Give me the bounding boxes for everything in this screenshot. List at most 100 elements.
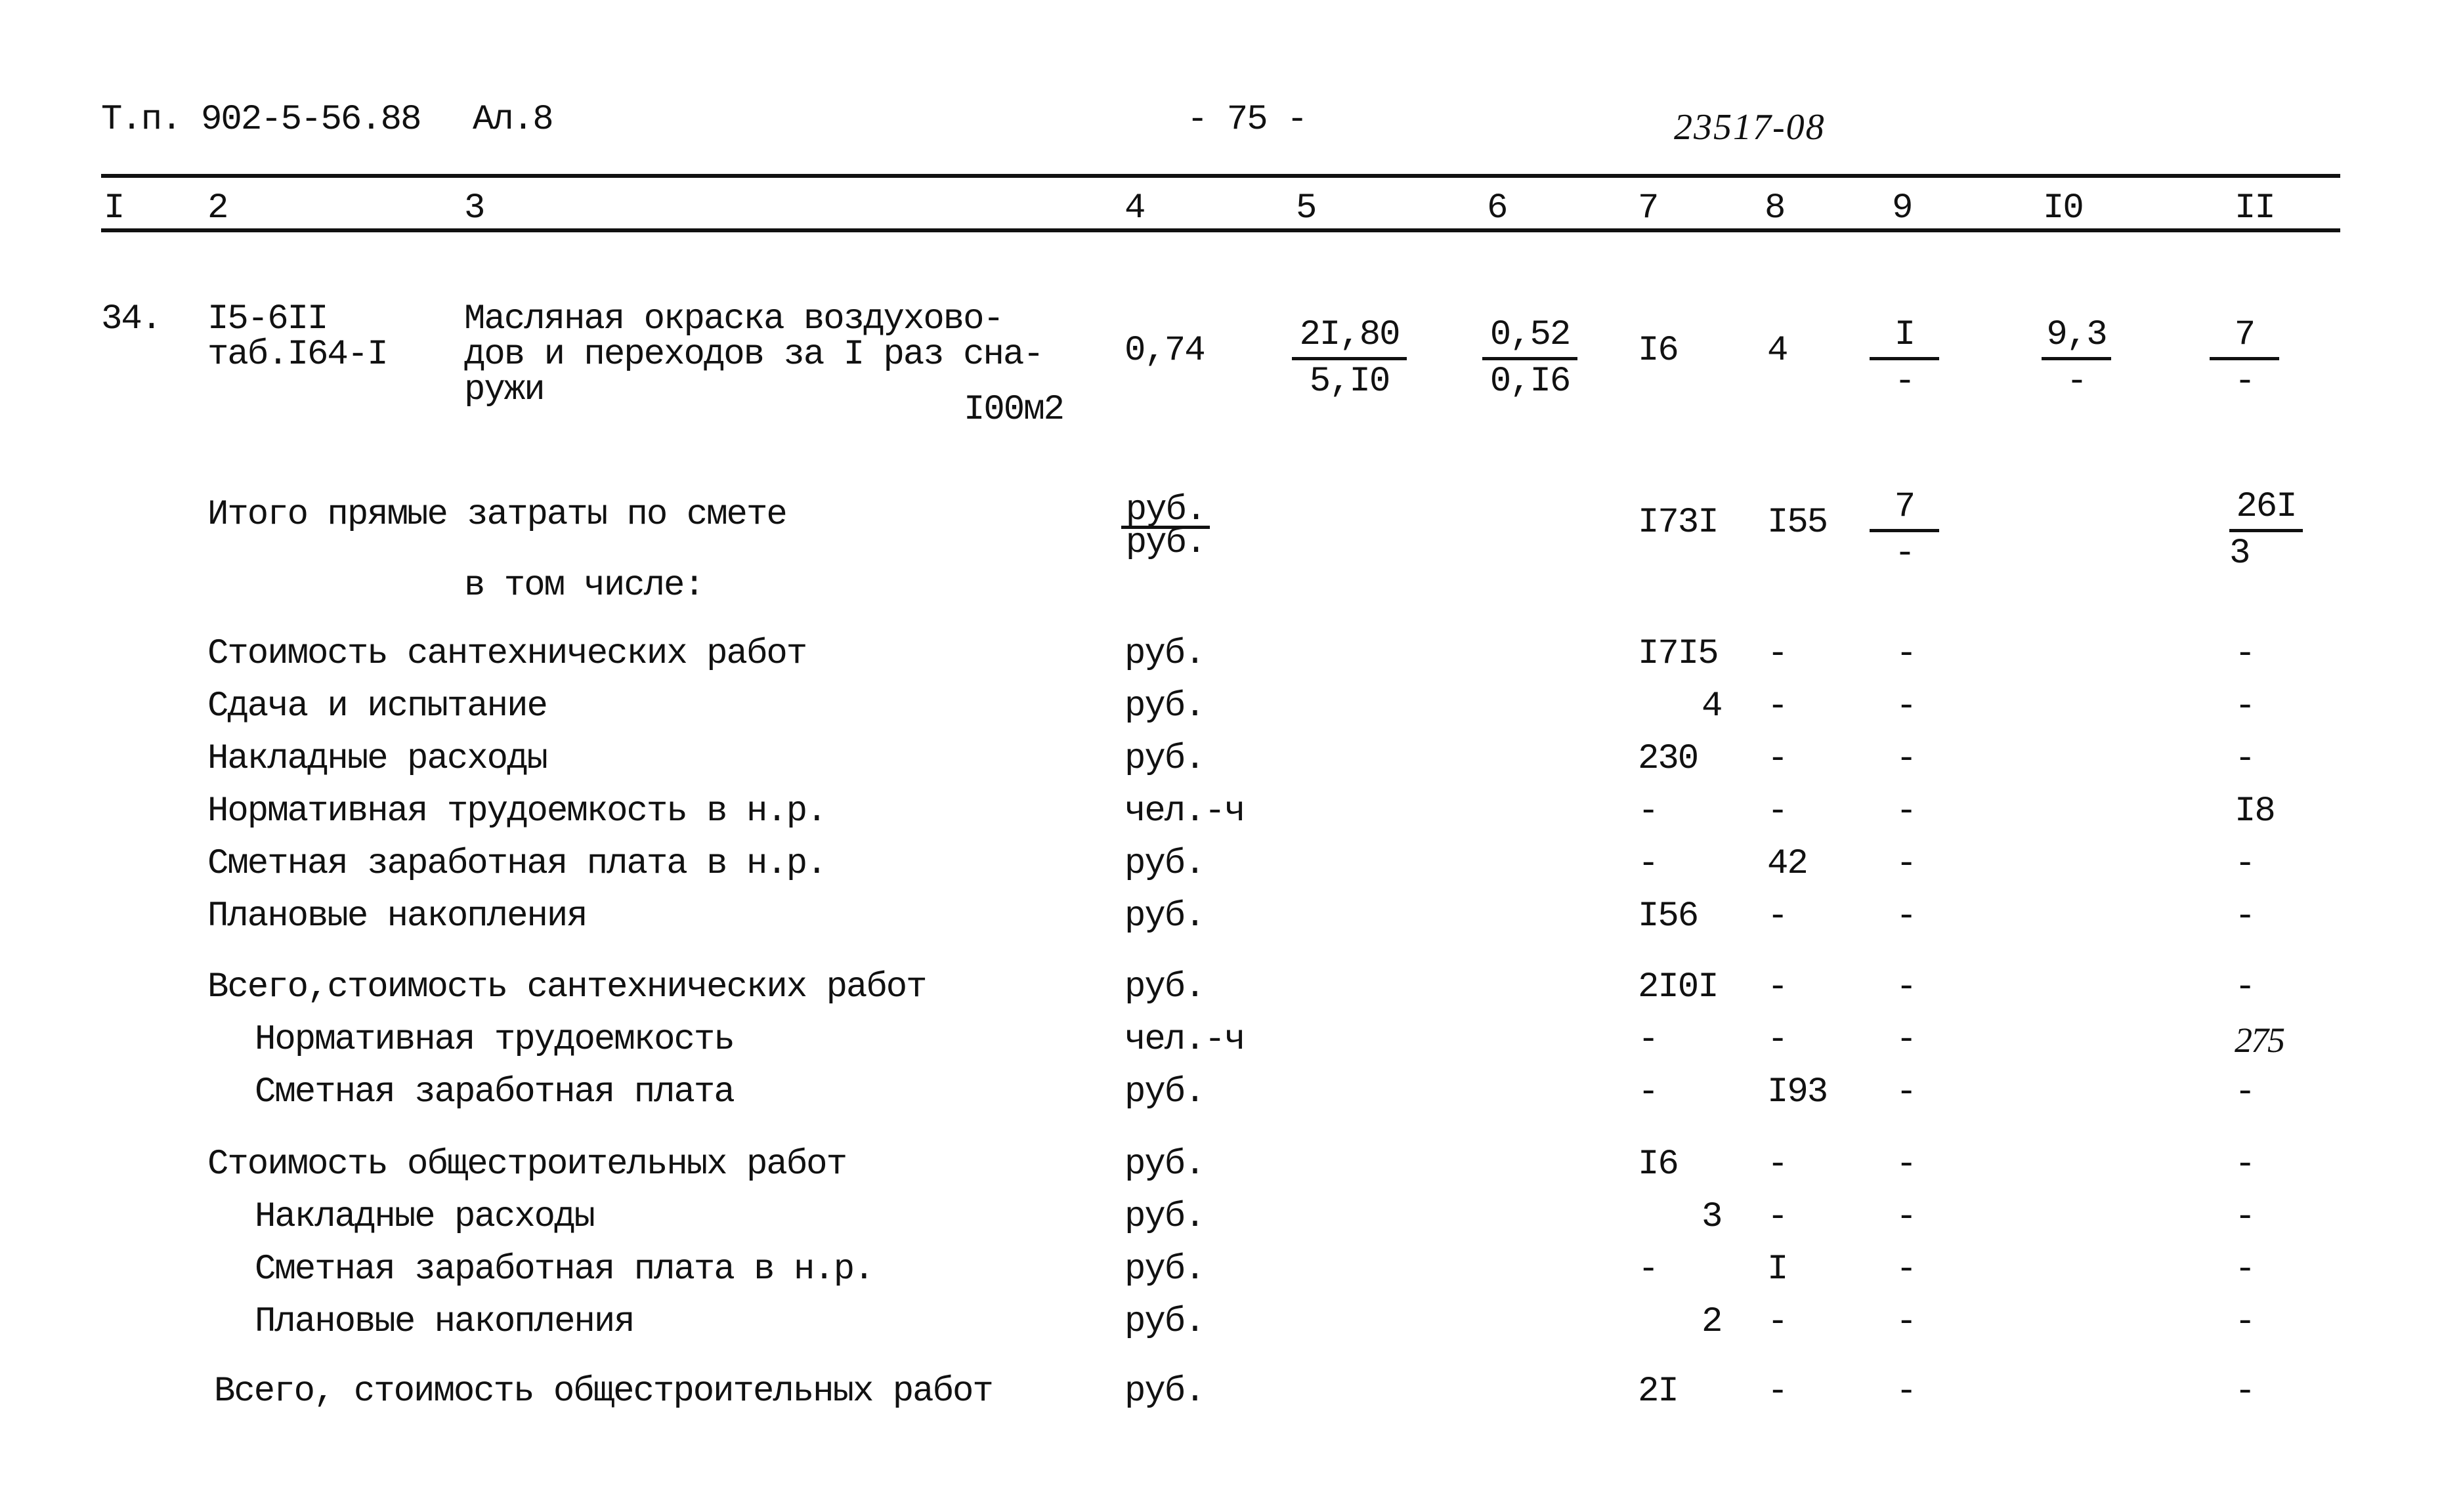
column-header: I	[104, 188, 125, 228]
item-col7: I6	[1638, 331, 1679, 371]
item-col8: 4	[1767, 331, 1788, 371]
fraction-top: I	[1870, 318, 1939, 360]
row-col9: -	[1896, 1302, 1917, 1342]
row-col7: 3	[1702, 1197, 1723, 1237]
row-col11: I8	[2235, 791, 2276, 831]
header-bottom-rule	[101, 228, 2340, 232]
handwritten-code: 23517-08	[1674, 107, 1826, 148]
fraction-top: 0,52	[1482, 318, 1577, 360]
row-unit: руб.	[1125, 1250, 1206, 1290]
total-direct-col8: I55	[1767, 503, 1828, 543]
row-unit: руб.	[1125, 739, 1206, 779]
row-col9: -	[1896, 791, 1917, 831]
item-quantity: 0,74	[1125, 331, 1206, 371]
row-col7: I6	[1638, 1144, 1679, 1185]
row-label: Нормативная трудоемкость в н.р.	[207, 791, 828, 831]
total-direct-col11-fraction: 26I 3	[2229, 490, 2303, 572]
column-header: 7	[1638, 188, 1659, 228]
row-col8: -	[1767, 791, 1788, 831]
row-unit: руб.	[1125, 844, 1206, 884]
item-col10-fraction: 9,3 -	[2042, 318, 2111, 400]
column-header: 3	[464, 188, 485, 228]
row-col9: -	[1896, 1372, 1917, 1412]
row-unit: чел.-ч	[1125, 791, 1245, 831]
row-label: Нормативная трудоемкость	[255, 1020, 735, 1060]
top-rule	[101, 174, 2340, 178]
row-col9: -	[1896, 967, 1917, 1007]
column-header: I0	[2043, 188, 2084, 228]
row-col7: -	[1638, 844, 1659, 884]
fraction-bottom: -	[2234, 362, 2256, 402]
item-col5-fraction: 2I,80 5,I0	[1292, 318, 1407, 400]
row-label: Накладные расходы	[255, 1197, 595, 1237]
row-unit: руб.	[1125, 1197, 1206, 1237]
item-col11-fraction: 7 -	[2210, 318, 2279, 400]
row-label: Всего,стоимость сантехнических работ	[207, 967, 928, 1007]
row-col11: -	[2235, 1197, 2256, 1237]
fraction-top: 2I,80	[1292, 318, 1407, 360]
row-col11: -	[2235, 1372, 2256, 1412]
row-col9: -	[1896, 1144, 1917, 1185]
row-col7: 2	[1702, 1302, 1723, 1342]
item-col9-fraction: I -	[1870, 318, 1939, 400]
row-unit: чел.-ч	[1125, 1020, 1245, 1060]
row-col8: 42	[1767, 844, 1809, 884]
row-col8: -	[1767, 1302, 1788, 1342]
row-col11: -	[2235, 1072, 2256, 1112]
row-label: Сметная заработная плата	[255, 1072, 735, 1112]
album-number: Ал.8	[473, 100, 554, 140]
row-col9: -	[1896, 844, 1917, 884]
item-description-line: Масляная окраска воздухово-	[464, 299, 1004, 339]
row-col8: -	[1767, 1372, 1788, 1412]
total-direct-label: Итого прямые затраты по смете	[207, 495, 788, 535]
row-col8: -	[1767, 1020, 1788, 1060]
item-unit: I00м2	[964, 390, 1065, 430]
column-header: 4	[1125, 188, 1146, 228]
fraction-bottom: -	[1894, 362, 1916, 402]
row-col11: -	[2235, 739, 2256, 779]
row-label: Накладные расходы	[207, 739, 548, 779]
row-col7: -	[1638, 791, 1659, 831]
row-label: Стоимость общестроительных работ	[207, 1144, 847, 1185]
total-direct-unit-fraction: руб. руб.	[1121, 492, 1210, 561]
row-label: Стоимость сантехнических работ	[207, 634, 807, 674]
row-label: Всего, стоимость общестроительных работ	[214, 1372, 994, 1412]
row-unit: руб.	[1125, 896, 1206, 936]
row-col11: -	[2235, 634, 2256, 674]
row-unit: руб.	[1125, 634, 1206, 674]
row-col7: 2I	[1638, 1372, 1679, 1412]
row-label: Сметная заработная плата в н.р.	[255, 1250, 875, 1290]
including-label: в том числе:	[464, 566, 705, 606]
item-col6-fraction: 0,52 0,I6	[1482, 318, 1577, 400]
fraction-bottom: -	[1894, 534, 1916, 574]
item-table-ref: таб.I64-I	[207, 335, 389, 375]
item-number: 34.	[101, 299, 162, 339]
row-col9: -	[1896, 634, 1917, 674]
row-col8: I	[1767, 1250, 1788, 1290]
column-header: II	[2235, 188, 2276, 228]
fraction-top: 9,3	[2042, 318, 2111, 360]
total-direct-col7: I73I	[1638, 503, 1719, 543]
row-col11: -	[2235, 1144, 2256, 1185]
column-header: 9	[1892, 188, 1913, 228]
row-col7: -	[1638, 1250, 1659, 1290]
row-unit: руб.	[1125, 1372, 1206, 1412]
row-label: Плановые накопления	[207, 896, 588, 936]
row-unit: руб.	[1125, 967, 1206, 1007]
fraction-bottom: 0,I6	[1489, 362, 1572, 402]
row-label: Плановые накопления	[255, 1302, 635, 1342]
row-col8: I93	[1767, 1072, 1828, 1112]
fraction-top: 7	[1870, 490, 1939, 532]
row-col8: -	[1767, 1197, 1788, 1237]
row-col11: -	[2235, 896, 2256, 936]
row-col8: -	[1767, 1144, 1788, 1185]
row-col7: 4	[1702, 686, 1723, 726]
row-col9: -	[1896, 896, 1917, 936]
row-col8: -	[1767, 686, 1788, 726]
row-col7: 2I0I	[1638, 967, 1719, 1007]
column-header: 8	[1765, 188, 1786, 228]
row-col11: -	[2235, 967, 2256, 1007]
fraction-top: 7	[2210, 318, 2279, 360]
row-col9: -	[1896, 1197, 1917, 1237]
row-col7: I7I5	[1638, 634, 1719, 674]
